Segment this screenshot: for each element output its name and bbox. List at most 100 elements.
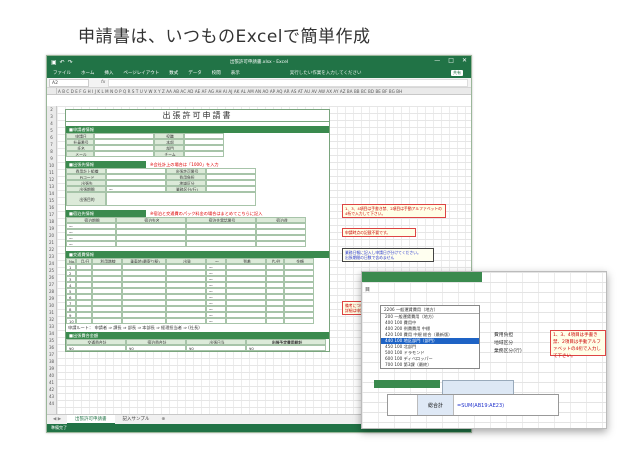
tab-data[interactable]: データ [188, 70, 202, 76]
column-headers: A B C D E F G H I J K L M N O P Q R S T … [47, 88, 471, 95]
tab-home[interactable]: ホーム [81, 70, 94, 76]
transport-cell[interactable] [266, 318, 284, 324]
formula-input[interactable] [108, 78, 468, 87]
row-header[interactable]: 25 [47, 267, 56, 274]
row-header[interactable]: 8 [47, 148, 56, 155]
row-header[interactable]: 37 [47, 351, 56, 358]
row-header[interactable]: 23 [47, 253, 56, 260]
row-header[interactable]: 2 [47, 106, 56, 113]
transport-cell[interactable] [284, 318, 314, 324]
lodging-cell[interactable]: ～ [66, 241, 116, 247]
total-table: 交通費合計 宿泊費合計 出張日当 出張予定費用総計 ¥0 ¥0 ¥0 ¥0 [66, 339, 329, 351]
column-letters[interactable]: A B C D E F G H I J K L M N O P Q R S T … [58, 88, 402, 94]
fx-icon[interactable]: fx [101, 80, 105, 85]
inset-section-bar [362, 272, 482, 282]
dropdown-selected[interactable]: 2206 一般運賃費用（地方） [381, 306, 479, 314]
row-header[interactable]: 14 [47, 190, 56, 197]
row-header[interactable]: 42 [47, 386, 56, 393]
maximize-button[interactable]: □ [448, 57, 454, 64]
comment-note-2[interactable]: 申請時点の記載不要です。 [342, 228, 416, 237]
row-header[interactable]: 24 [47, 260, 56, 267]
lodging-cell[interactable] [256, 241, 306, 247]
tab-formulas[interactable]: 数式 [169, 70, 178, 76]
field-input[interactable] [184, 151, 224, 157]
tab-review[interactable]: 校閲 [212, 70, 221, 76]
sum-formula[interactable]: =SUM(AB19:AE23) [454, 395, 558, 415]
row-header[interactable]: 40 [47, 372, 56, 379]
transport-cell[interactable]: ～ [206, 318, 226, 324]
row-header[interactable]: 26 [47, 274, 56, 281]
comment-note-3[interactable]: 業務日報に記入し申請日が分けてください。 出張期間の日数で含めません [342, 248, 434, 262]
section-applicant: ■申請者情報 [66, 126, 329, 133]
lodging-note: ※宿泊と交通費のパック料金の場合はまとめてこちらに記入 [150, 211, 263, 216]
add-sheet-icon[interactable]: ⊕ [161, 417, 165, 422]
row-header[interactable]: 33 [47, 323, 56, 330]
row-header[interactable]: 6 [47, 134, 56, 141]
row-header[interactable]: 12 [47, 176, 56, 183]
row-header[interactable]: 17 [47, 211, 56, 218]
row-header[interactable]: 16 [47, 204, 56, 211]
cost-dropdown[interactable]: 2206 一般運賃費用（地方） 200 一般運賃費用（地方） 400 100 費用… [380, 305, 480, 369]
inset-green-bar [374, 380, 440, 388]
row-header[interactable]: 31 [47, 309, 56, 316]
row-header[interactable]: 22 [47, 246, 56, 253]
field-label: チーム [154, 151, 184, 157]
dropdown-option[interactable]: 700 100 第3課（最終） [381, 362, 479, 368]
row-header[interactable]: 18 [47, 218, 56, 225]
row-header[interactable]: 10 [47, 162, 56, 169]
tab-scroll-icon[interactable]: ◀ ▶ [47, 417, 67, 422]
share-button[interactable]: 共有 [451, 70, 463, 76]
row-header[interactable]: 7 [47, 141, 56, 148]
row-header[interactable]: 34 [47, 330, 56, 337]
row-header[interactable]: 39 [47, 365, 56, 372]
grand-total-value: ¥0 [246, 345, 326, 351]
row-header[interactable]: 43 [47, 393, 56, 400]
row-header[interactable]: 5 [47, 127, 56, 134]
tell-me-input[interactable]: 実行したい作業を入力してください [290, 70, 362, 76]
row-header[interactable]: 41 [47, 379, 56, 386]
sheet-tab-sample[interactable]: 記入サンプル [115, 415, 158, 425]
row-header[interactable]: 30 [47, 302, 56, 309]
transport-cell[interactable] [226, 318, 266, 324]
select-all-button[interactable] [47, 88, 57, 94]
tab-file[interactable]: ファイル [53, 70, 71, 76]
row-header[interactable]: 29 [47, 295, 56, 302]
row-header[interactable]: 32 [47, 316, 56, 323]
sum-label-cell[interactable] [388, 395, 418, 415]
row-header[interactable]: 21 [47, 239, 56, 246]
name-box[interactable]: A2 [49, 78, 89, 87]
row-header[interactable]: 9 [47, 155, 56, 162]
tab-view[interactable]: 表示 [231, 70, 240, 76]
row-header[interactable]: 35 [47, 337, 56, 344]
row-header[interactable]: 28 [47, 288, 56, 295]
purpose-row: 出張目的 [66, 192, 329, 206]
inset-cell-region: 地域区分 [494, 341, 514, 346]
row-header[interactable]: 38 [47, 358, 56, 365]
close-button[interactable]: ✕ [462, 57, 467, 64]
tab-page-layout[interactable]: ページレイアウト [123, 70, 159, 76]
row-header[interactable]: 20 [47, 232, 56, 239]
transport-table: No. 月/日 利用路線 乗車地(最寄り駅) 出発～到着 片/往 金額 1 ～ 2 ～ 3 ～ 4 ～ 5 ～ 6… [66, 258, 329, 324]
purpose-field[interactable] [106, 192, 256, 206]
row-header[interactable]: 27 [47, 281, 56, 288]
sum-label[interactable]: 総合計 [418, 395, 454, 415]
row-header[interactable]: 44 [47, 400, 56, 407]
row-header[interactable]: 4 [47, 120, 56, 127]
dropdown-options: 200 一般運賃費用（地方） 400 100 費用中 400 200 例費費用 中標… [381, 314, 479, 368]
row-header[interactable]: 19 [47, 225, 56, 232]
comment-note-1[interactable]: 1、3、4項目は手書き禁、2項目は手動アルファベットの4桁で入力して下さい。 [342, 204, 446, 218]
row-header[interactable]: 13 [47, 183, 56, 190]
inset-label: 目 [365, 287, 371, 293]
row-header[interactable]: 3 [47, 113, 56, 120]
field-input[interactable] [94, 151, 154, 157]
inset-comment-note[interactable]: 1、3、4項目は手書き禁、2項目は手動アルファベットの4桁で入力して下さい。 [550, 330, 606, 359]
lodging-cell[interactable] [186, 241, 256, 247]
row-header[interactable]: 36 [47, 344, 56, 351]
row-header[interactable]: 11 [47, 169, 56, 176]
minimize-button[interactable]: — [434, 57, 440, 64]
tab-insert[interactable]: 挿入 [104, 70, 113, 76]
sheet-tab-form[interactable]: 出張許可申請書 [67, 414, 115, 425]
row-headers[interactable]: 2 3 4 5 6 7 8 9 10 11 12 13 14 15 16 17 18 19 20 21 22 23 24 25… [47, 106, 57, 414]
row-header[interactable]: 15 [47, 197, 56, 204]
lodging-cell[interactable] [116, 241, 186, 247]
